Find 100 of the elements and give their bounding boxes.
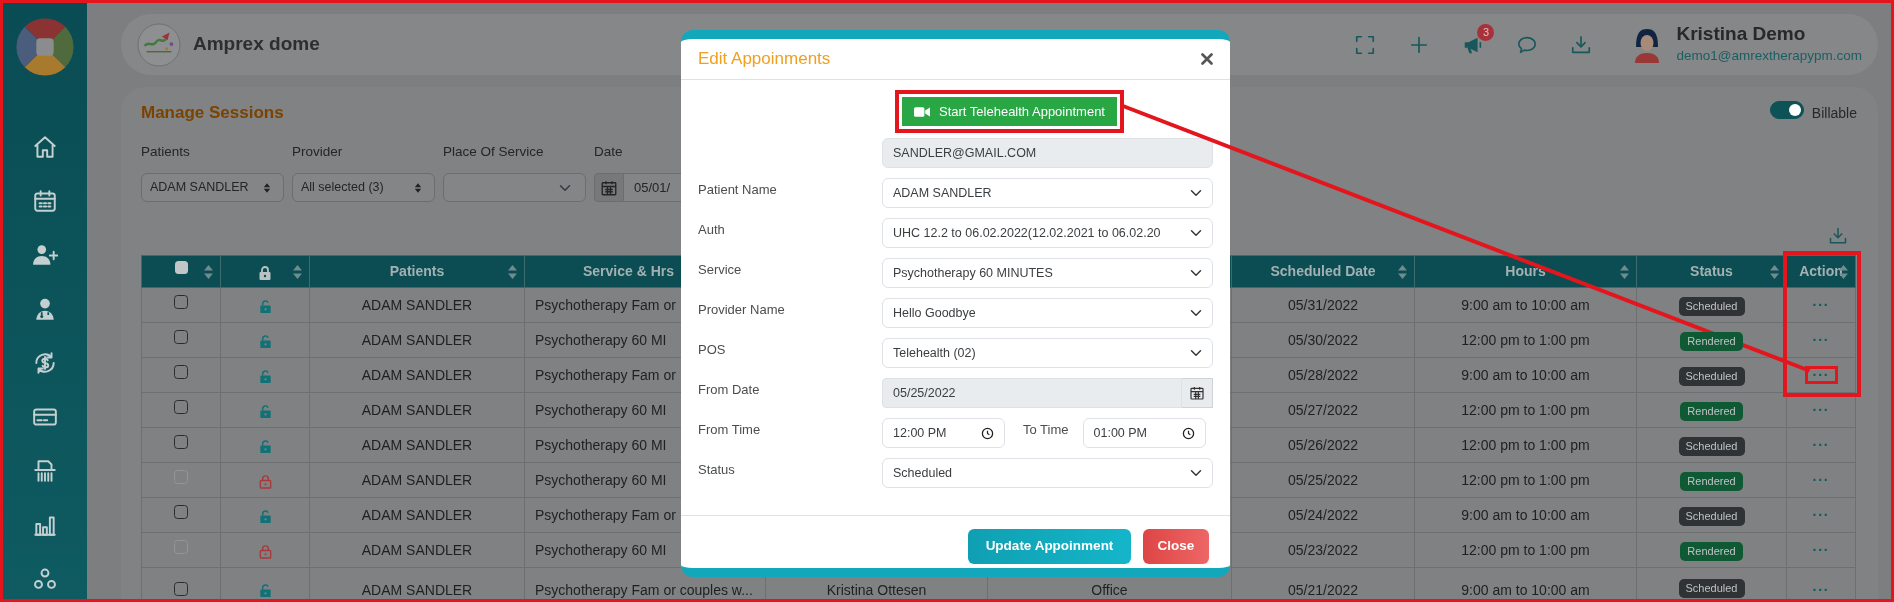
row-checkbox[interactable] bbox=[174, 294, 188, 309]
download-icon[interactable] bbox=[1570, 33, 1593, 56]
table-cell: 05/26/2022 bbox=[1287, 436, 1359, 453]
time-field[interactable]: 12:00 PM bbox=[882, 418, 1005, 448]
field-label: Service bbox=[698, 261, 743, 279]
time-field[interactable]: 01:00 PM bbox=[1082, 418, 1206, 448]
close-icon[interactable] bbox=[1201, 53, 1213, 65]
table-cell: 9:00 am to 10:00 am bbox=[1461, 366, 1590, 383]
table-cell: 12:00 pm to 1:00 pm bbox=[1461, 436, 1590, 453]
table-cell: Psychotherapy 60 MI bbox=[535, 541, 667, 558]
filter-label: Patients bbox=[141, 143, 191, 161]
table-cell: Office bbox=[1091, 582, 1128, 599]
filter-dropdown[interactable]: All selected (3) bbox=[292, 173, 435, 203]
lock-icon bbox=[257, 264, 273, 281]
status-badge: Rendered bbox=[1680, 541, 1743, 561]
table-cell: 05/23/2022 bbox=[1287, 541, 1359, 558]
table-cell: 12:00 pm to 1:00 pm bbox=[1461, 471, 1590, 488]
table-cell: ADAM SANDLER bbox=[361, 331, 473, 348]
column-header[interactable]: Hours bbox=[1505, 263, 1546, 280]
dialog-title: Edit Appoinments bbox=[698, 48, 831, 71]
row-checkbox[interactable] bbox=[174, 434, 188, 449]
sort-icon[interactable] bbox=[1398, 265, 1407, 280]
dropdown-field[interactable]: UHC 12.2 to 06.02.2022(12.02.2021 to 06.02.20 bbox=[882, 218, 1213, 248]
clock-icon bbox=[1181, 426, 1195, 440]
table-cell: 12:00 pm to 1:00 pm bbox=[1461, 331, 1590, 348]
dropdown-field[interactable]: Psychotherapy 60 MINUTES bbox=[882, 258, 1213, 288]
select-all-checkbox[interactable] bbox=[174, 261, 188, 275]
field-label: POS bbox=[698, 341, 727, 359]
table-cell: 9:00 am to 10:00 am bbox=[1461, 506, 1590, 523]
sort-icon[interactable] bbox=[508, 265, 517, 280]
table-cell: 05/28/2022 bbox=[1287, 366, 1359, 383]
field-label: To Time bbox=[1023, 421, 1069, 439]
table-cell: 9:00 am to 10:00 am bbox=[1461, 582, 1590, 599]
clock-icon bbox=[981, 426, 994, 440]
notification-badge: 3 bbox=[1477, 23, 1495, 41]
company-logo bbox=[137, 22, 181, 67]
sort-icon[interactable] bbox=[1770, 265, 1779, 280]
table-cell: ADAM SANDLER bbox=[361, 471, 473, 488]
status-badge: Scheduled bbox=[1678, 296, 1745, 316]
table-cell: ADAM SANDLER bbox=[361, 296, 473, 313]
table-cell: ADAM SANDLER bbox=[361, 582, 473, 599]
sort-icon[interactable] bbox=[1620, 265, 1629, 280]
calendar-icon[interactable] bbox=[32, 188, 58, 214]
calendar-icon[interactable] bbox=[1189, 385, 1205, 401]
user-name: Kristina Demo bbox=[1676, 22, 1807, 46]
row-checkbox[interactable] bbox=[174, 504, 188, 519]
shredder-icon[interactable] bbox=[32, 458, 58, 484]
home-icon[interactable] bbox=[32, 134, 58, 160]
add-user-icon[interactable] bbox=[32, 242, 58, 268]
table-cell: Psychotherapy Fam or couples w... bbox=[535, 582, 753, 599]
filter-label: Place Of Service bbox=[443, 143, 545, 161]
dropdown-field[interactable]: ADAM SANDLER bbox=[882, 178, 1213, 208]
table-cell: ADAM SANDLER bbox=[361, 401, 473, 418]
status-badge: Scheduled bbox=[1678, 579, 1745, 599]
table-cell: ADAM SANDLER bbox=[361, 541, 473, 558]
sort-icon[interactable] bbox=[204, 265, 213, 280]
dropdown-field[interactable]: Scheduled bbox=[882, 458, 1213, 488]
table-cell: Psychotherapy 60 MI bbox=[535, 331, 667, 348]
toggle-label: Billable bbox=[1811, 103, 1857, 123]
currency-cycle-icon[interactable] bbox=[32, 350, 58, 376]
row-checkbox[interactable] bbox=[174, 364, 188, 379]
billable-toggle[interactable] bbox=[1769, 101, 1804, 119]
column-header[interactable]: Service & Hrs bbox=[583, 263, 675, 280]
fullscreen-icon[interactable] bbox=[1354, 33, 1377, 56]
status-badge: Rendered bbox=[1680, 471, 1743, 491]
update-button[interactable]: Update Appoinment bbox=[968, 529, 1131, 564]
field-label: From Date bbox=[698, 381, 761, 399]
table-cell: Kristina Ottesen bbox=[826, 582, 927, 599]
field-label: Patient Name bbox=[698, 181, 778, 199]
row-checkbox[interactable] bbox=[174, 399, 188, 414]
field-label: Status bbox=[698, 461, 736, 479]
date-field[interactable]: 05/25/2022 bbox=[882, 378, 1182, 408]
table-cell: Psychotherapy 60 MI bbox=[535, 471, 667, 488]
email-field[interactable]: SANDLER@GMAIL.COM bbox=[882, 138, 1213, 168]
filter-dropdown[interactable]: ADAM SANDLER bbox=[141, 173, 284, 203]
dropdown-field[interactable]: Telehealth (02) bbox=[882, 338, 1213, 368]
table-cell: Psychotherapy Fam or bbox=[535, 506, 676, 523]
row-checkbox[interactable] bbox=[174, 329, 188, 344]
column-header[interactable]: Status bbox=[1690, 263, 1733, 280]
table-cell: 05/31/2022 bbox=[1287, 296, 1359, 313]
row-checkbox[interactable] bbox=[174, 582, 188, 597]
table-cell: 9:00 am to 10:00 am bbox=[1461, 296, 1590, 313]
table-cell: Psychotherapy Fam or bbox=[535, 296, 676, 313]
telehealth-button[interactable]: Start Telehealth Appointment bbox=[902, 97, 1117, 126]
status-badge: Rendered bbox=[1680, 331, 1743, 351]
status-badge: Scheduled bbox=[1678, 436, 1745, 456]
user-email: demo1@amrextherapypm.com bbox=[1676, 46, 1862, 65]
app-logo[interactable] bbox=[16, 18, 74, 76]
filter-label: Date bbox=[594, 143, 624, 161]
status-badge: Scheduled bbox=[1678, 506, 1745, 526]
table-cell: 12:00 pm to 1:00 pm bbox=[1461, 401, 1590, 418]
dropdown-field[interactable]: Hello Goodbye bbox=[882, 298, 1213, 328]
hierarchy-icon[interactable] bbox=[32, 566, 58, 592]
field-label: Auth bbox=[698, 221, 726, 239]
column-header[interactable]: Patients bbox=[389, 263, 445, 280]
video-camera-icon bbox=[914, 105, 930, 118]
close-button[interactable]: Close bbox=[1143, 529, 1209, 564]
sort-icon[interactable] bbox=[293, 265, 302, 280]
table-cell: ADAM SANDLER bbox=[361, 436, 473, 453]
status-badge: Scheduled bbox=[1678, 366, 1745, 386]
